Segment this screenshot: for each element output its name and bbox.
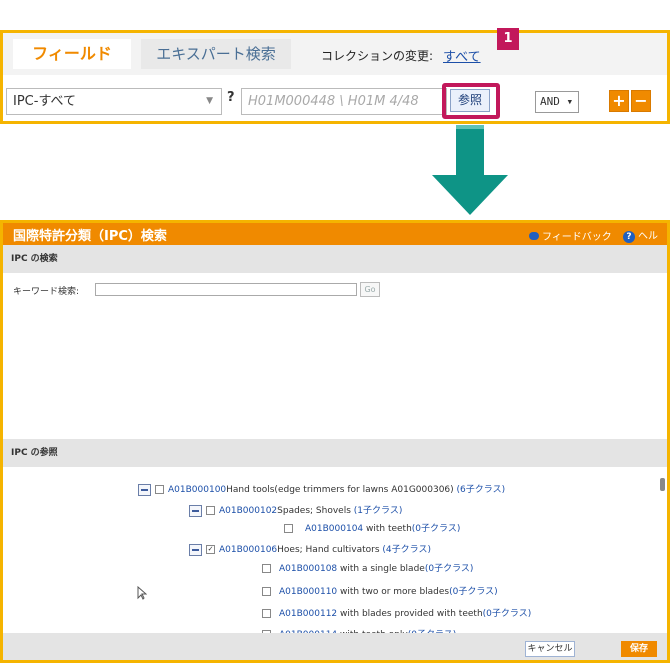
tree-row: A01B000112 with blades provided with tee… [262,606,531,619]
tree-row: A01B000108 with a single blade(0子クラス) [262,561,473,574]
tree-text: with blades provided with teeth [337,609,483,619]
go-button[interactable]: Go [360,282,380,297]
checkbox[interactable] [284,524,293,533]
scrollbar-thumb[interactable] [660,478,665,491]
remove-row-button[interactable]: − [631,90,651,112]
cancel-button[interactable]: キャンセル [525,641,575,657]
keyword-search-input[interactable] [95,283,357,296]
ipc-code-input[interactable]: H01M000448 \ H01M 4/48 [241,88,447,115]
tab-expert-search[interactable]: エキスパート検索 [141,39,291,69]
tree-text: Hoes; Hand cultivators [277,545,383,555]
chevron-down-icon: ▼ [206,96,213,106]
tree-row: A01B000104 with teeth(0子クラス) [284,521,460,534]
save-button[interactable]: 保存 [621,641,657,657]
keyword-search-label: キーワード検索: [13,287,80,297]
step-badge: 1 [497,28,519,50]
down-arrow-icon [432,125,508,215]
ipc-search-section-header: IPC の検索 [3,245,667,273]
checkbox[interactable] [262,587,271,596]
add-row-button[interactable]: + [609,90,629,112]
dialog-header: 国際特許分類（IPC）検索 フィードバック ?ヘルプ [3,223,667,258]
checkbox[interactable] [206,506,215,515]
feedback-link[interactable]: フィードバック [529,228,612,243]
tree-code-link[interactable]: A01B000110 [279,587,337,597]
tab-field[interactable]: フィールド [13,39,131,69]
collapse-icon[interactable] [138,483,151,496]
tree-child-count[interactable]: (0子クラス) [483,609,532,619]
dialog-title: 国際特許分類（IPC）検索 [13,229,167,244]
tree-child-count[interactable]: (0子クラス) [449,587,498,597]
speech-bubble-icon [529,232,539,240]
ipc-search-dialog: 国際特許分類（IPC）検索 フィードバック ?ヘルプ IPC の検索 キーワード… [0,220,670,663]
question-icon: ? [623,231,635,243]
collection-change-label: コレクションの変更: [321,49,434,63]
search-panel: フィールド エキスパート検索 コレクションの変更: すべて IPC-すべて ▼ … [0,30,670,124]
tree-row: ✓ A01B000106Hoes; Hand cultivators (4子クラス… [189,542,431,556]
tree-text: with two or more blades [337,587,450,597]
tree-code-link[interactable]: A01B000104 [305,524,363,534]
help-icon[interactable]: ? [227,90,235,105]
tree-row: A01B000102Spades; Shovels (1子クラス) [189,503,402,517]
collection-all-link[interactable]: すべて [443,46,481,65]
tree-code-link[interactable]: A01B000108 [279,564,337,574]
ipc-browse-section-header: IPC の参照 [3,439,667,467]
tab-bar: フィールド エキスパート検索 コレクションの変更: すべて [3,33,667,75]
tree-text: with a single blade [337,564,425,574]
checkbox-checked[interactable]: ✓ [206,545,215,554]
tree-child-count[interactable]: (0子クラス) [425,564,474,574]
tree-text: with teeth [363,524,412,534]
tree-code-link[interactable]: A01B000100 [168,485,226,495]
checkbox[interactable] [262,609,271,618]
collapse-icon[interactable] [189,504,202,517]
checkbox[interactable] [262,564,271,573]
operator-select[interactable]: AND ▾ [535,91,579,113]
field-select[interactable]: IPC-すべて ▼ [6,88,222,115]
collapse-icon[interactable] [189,543,202,556]
tree-child-count[interactable]: (1子クラス) [354,506,403,516]
tree-child-count[interactable]: (6子クラス) [457,485,506,495]
field-select-value: IPC-すべて [13,94,77,109]
browse-button[interactable]: 参照 [450,89,490,112]
tree-text: Spades; Shovels [277,506,354,516]
tree-child-count[interactable]: (4子クラス) [382,545,431,555]
tree-code-link[interactable]: A01B000112 [279,609,337,619]
tree-code-link[interactable]: A01B000106 [219,545,277,555]
checkbox[interactable] [155,485,164,494]
tree-child-count[interactable]: (0子クラス) [412,524,461,534]
tree-text: Hand tools(edge trimmers for lawns A01G0… [226,485,454,495]
tree-row: A01B000110 with two or more blades(0子クラス… [262,584,498,597]
tree-row: A01B000100Hand tools(edge trimmers for l… [138,482,505,496]
feedback-label: フィードバック [542,232,612,243]
tree-code-link[interactable]: A01B000102 [219,506,277,516]
dialog-footer: キャンセル 保存 [3,633,667,660]
mouse-pointer-icon [137,585,148,604]
